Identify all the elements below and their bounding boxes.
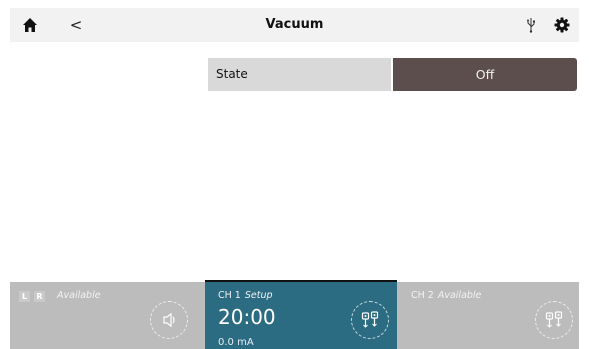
- channel-panel-ch1[interactable]: CH 1 Setup 20:00 0.0 mA: [205, 280, 397, 349]
- page-title: Vacuum: [265, 17, 324, 32]
- speaker-icon: [150, 301, 188, 339]
- usb-icon: [526, 17, 536, 33]
- ch2-status: Available: [437, 290, 482, 301]
- ch1-current: 0.0 mA: [218, 337, 254, 348]
- state-label: State: [208, 58, 391, 91]
- right-badge: R: [34, 291, 45, 302]
- ch1-header: CH 1 Setup: [218, 290, 273, 301]
- back-button[interactable]: <: [68, 15, 84, 35]
- left-status: Available: [57, 290, 101, 301]
- electrodes-icon: [535, 301, 573, 339]
- ch1-status: Setup: [244, 290, 273, 301]
- ch2-header: CH 2 Available: [411, 290, 481, 301]
- ch1-name: CH 1: [218, 290, 241, 301]
- channel-bar: L R Available CH 1 Setup 20:00 0.0 mA CH…: [10, 280, 589, 349]
- state-toggle-button[interactable]: Off: [393, 58, 577, 91]
- electrodes-icon: [351, 301, 389, 339]
- home-icon[interactable]: [22, 17, 38, 33]
- channel-panel-ch2[interactable]: CH 2 Available: [397, 282, 579, 349]
- ch2-name: CH 2: [411, 290, 434, 301]
- channel-panel-left[interactable]: L R Available: [10, 282, 205, 349]
- top-bar: < Vacuum: [10, 8, 579, 42]
- state-setting-row: State Off: [208, 58, 577, 91]
- left-badge: L: [19, 291, 30, 302]
- gear-icon[interactable]: [554, 17, 570, 33]
- ch1-timer: 20:00: [218, 305, 276, 329]
